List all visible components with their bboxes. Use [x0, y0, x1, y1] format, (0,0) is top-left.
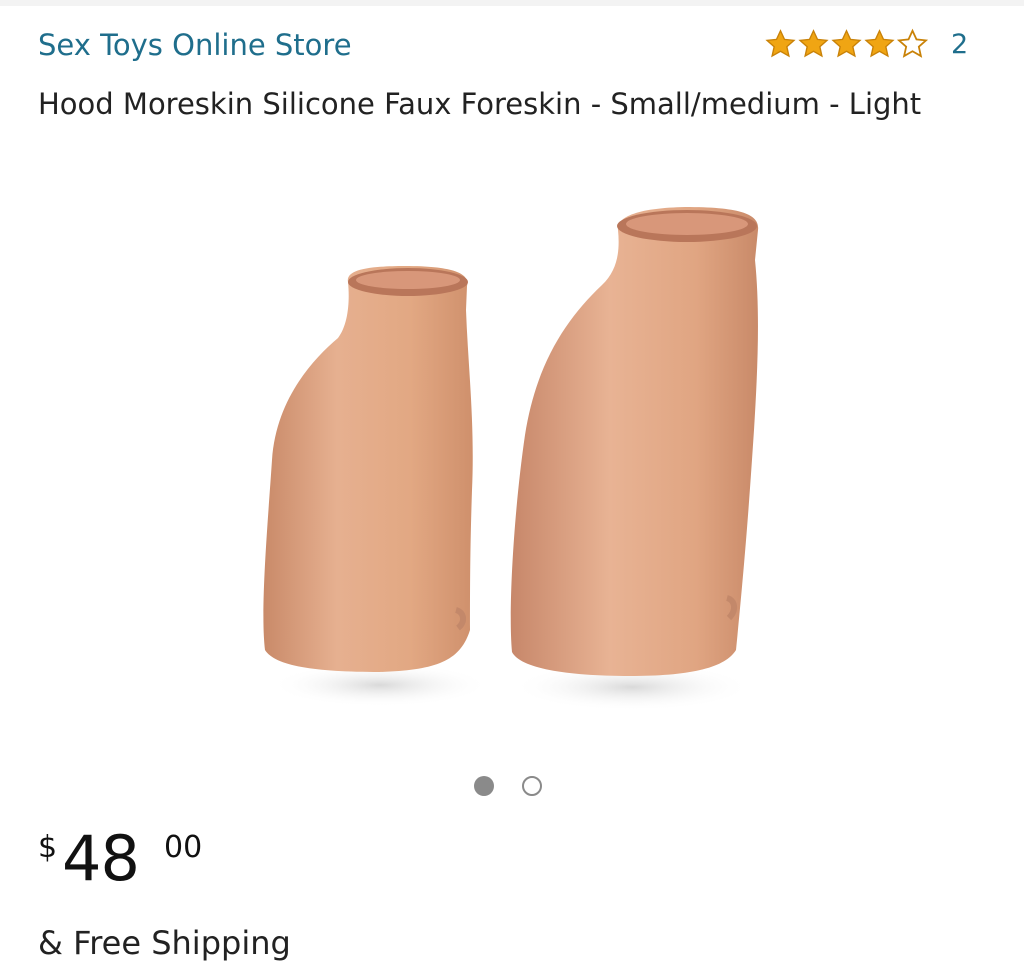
star-rating: [764, 28, 929, 61]
star-filled-icon: [798, 29, 829, 58]
top-divider: [0, 0, 1024, 6]
product-listing-card: Sex Toys Online Store 2 Hood Moreskin Si…: [0, 0, 1024, 970]
store-link[interactable]: Sex Toys Online Store: [38, 28, 352, 62]
product-title[interactable]: Hood Moreskin Silicone Faux Foreskin - S…: [38, 80, 968, 129]
price-fraction: 00: [164, 830, 203, 865]
star-filled-icon: [831, 29, 862, 58]
sleeve-small: [263, 266, 473, 672]
image-carousel-indicator: [474, 776, 542, 796]
star-filled-icon: [765, 29, 796, 58]
sleeve-medium: [510, 207, 759, 676]
star-empty-icon: [896, 28, 929, 58]
price-currency: $: [38, 830, 58, 865]
star-filled-icon: [864, 29, 895, 58]
carousel-dot-2[interactable]: [522, 776, 542, 796]
shipping-info: & Free Shipping: [38, 924, 291, 962]
product-image[interactable]: [220, 190, 800, 750]
carousel-dot-1[interactable]: [474, 776, 494, 796]
rating-summary[interactable]: 2: [764, 28, 968, 61]
price-whole: 48: [62, 822, 140, 895]
review-count[interactable]: 2: [951, 29, 968, 60]
